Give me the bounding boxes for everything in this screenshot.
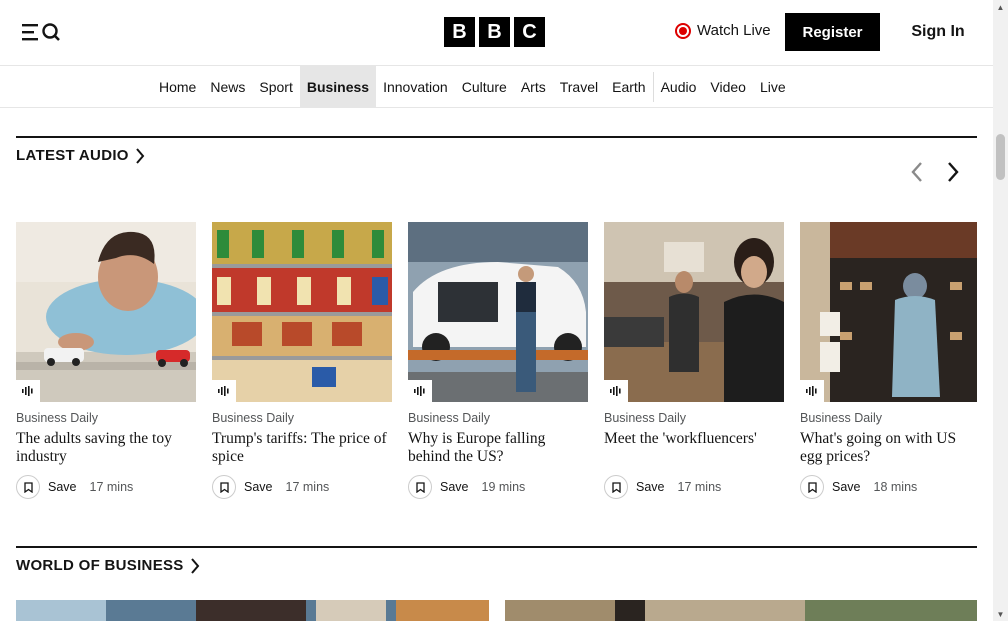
card-source: Business Daily <box>800 411 882 425</box>
audio-card[interactable]: Business Daily What's going on with US e… <box>800 222 980 499</box>
carousel-next-button[interactable] <box>940 159 966 185</box>
duration: 17 mins <box>285 480 330 494</box>
bookmark-icon <box>16 475 40 499</box>
nav-item-video[interactable]: Video <box>703 66 753 107</box>
scroll-down-arrow[interactable]: ▼ <box>993 607 1008 621</box>
world-of-business-heading[interactable]: WORLD OF BUSINESS <box>16 557 200 574</box>
save-label: Save <box>440 480 469 494</box>
logo-letter: C <box>514 17 545 47</box>
watch-live-link[interactable]: Watch Live <box>675 22 771 39</box>
nav-item-travel[interactable]: Travel <box>553 66 605 107</box>
logo-letter: B <box>444 17 475 47</box>
bookmark-icon <box>408 475 432 499</box>
nav-item-innovation[interactable]: Innovation <box>376 66 455 107</box>
audio-card[interactable]: Business Daily Trump's tariffs: The pric… <box>212 222 392 499</box>
audio-card[interactable]: Business Daily The adults saving the toy… <box>16 222 196 499</box>
nav-item-audio[interactable]: Audio <box>654 66 704 107</box>
audio-wave-icon <box>16 380 40 402</box>
carousel-prev-button[interactable] <box>904 159 930 185</box>
card-image[interactable] <box>212 222 392 402</box>
audio-wave-icon <box>212 380 236 402</box>
card-title[interactable]: Meet the 'workfluencers' <box>604 430 784 468</box>
save-label: Save <box>832 480 861 494</box>
nav-item-business[interactable]: Business <box>299 66 377 107</box>
card-actions: Save 19 mins <box>408 475 525 499</box>
bookmark-icon <box>212 475 236 499</box>
section-divider <box>16 136 977 138</box>
chevron-right-icon <box>948 162 959 182</box>
bbc-logo[interactable]: B B C <box>444 17 545 47</box>
nav-item-sport[interactable]: Sport <box>252 66 299 107</box>
card-actions: Save 17 mins <box>16 475 133 499</box>
audio-card[interactable]: Business Daily Why is Europe falling beh… <box>408 222 588 499</box>
section-title-text: LATEST AUDIO <box>16 147 129 164</box>
audio-wave-icon <box>408 380 432 402</box>
section-divider <box>16 546 977 548</box>
main-nav: Home News Sport Business Innovation Cult… <box>0 66 993 108</box>
section-title-text: WORLD OF BUSINESS <box>16 557 184 574</box>
card-image[interactable] <box>408 222 588 402</box>
save-button[interactable]: Save <box>800 475 861 499</box>
card-title[interactable]: What's going on with US egg prices? <box>800 430 980 468</box>
card-title[interactable]: The adults saving the toy industry <box>16 430 196 468</box>
save-label: Save <box>244 480 273 494</box>
latest-audio-heading[interactable]: LATEST AUDIO <box>16 147 145 164</box>
sign-in-button[interactable]: Sign In <box>896 13 980 51</box>
chevron-left-icon <box>911 162 922 182</box>
audio-wave-icon <box>604 380 628 402</box>
card-source: Business Daily <box>212 411 294 425</box>
duration: 19 mins <box>481 480 526 494</box>
card-image[interactable] <box>800 222 977 402</box>
live-dot-icon <box>675 22 691 39</box>
nav-item-live[interactable]: Live <box>753 66 793 107</box>
story-image[interactable] <box>505 600 977 621</box>
duration: 18 mins <box>873 480 918 494</box>
page-scrollbar[interactable]: ▲ ▼ <box>993 0 1008 621</box>
card-image[interactable] <box>16 222 196 402</box>
save-label: Save <box>636 480 665 494</box>
watch-live-label: Watch Live <box>697 22 771 39</box>
card-source: Business Daily <box>604 411 686 425</box>
save-button[interactable]: Save <box>212 475 273 499</box>
card-image[interactable] <box>604 222 784 402</box>
story-image[interactable] <box>16 600 489 621</box>
card-title[interactable]: Trump's tariffs: The price of spice <box>212 430 392 468</box>
bookmark-icon <box>604 475 628 499</box>
card-actions: Save 18 mins <box>800 475 917 499</box>
scroll-thumb[interactable] <box>996 134 1005 180</box>
card-source: Business Daily <box>16 411 98 425</box>
chevron-right-icon <box>190 557 199 574</box>
save-label: Save <box>48 480 77 494</box>
save-button[interactable]: Save <box>408 475 469 499</box>
menu-search-button[interactable] <box>20 20 62 44</box>
nav-list: Home News Sport Business Innovation Cult… <box>152 66 793 107</box>
chevron-right-icon <box>136 147 145 164</box>
save-button[interactable]: Save <box>16 475 77 499</box>
site-header: B B C Watch Live Register Sign In <box>0 0 993 66</box>
duration: 17 mins <box>89 480 134 494</box>
duration: 17 mins <box>677 480 722 494</box>
card-actions: Save 17 mins <box>604 475 721 499</box>
register-button[interactable]: Register <box>785 13 880 51</box>
menu-icon <box>22 23 60 41</box>
nav-item-news[interactable]: News <box>203 66 252 107</box>
nav-item-earth[interactable]: Earth <box>605 66 652 107</box>
nav-item-home[interactable]: Home <box>152 66 203 107</box>
card-source: Business Daily <box>408 411 490 425</box>
nav-item-arts[interactable]: Arts <box>514 66 553 107</box>
save-button[interactable]: Save <box>604 475 665 499</box>
bookmark-icon <box>800 475 824 499</box>
audio-wave-icon <box>800 380 824 402</box>
card-title[interactable]: Why is Europe falling behind the US? <box>408 430 588 468</box>
nav-item-culture[interactable]: Culture <box>455 66 514 107</box>
scroll-up-arrow[interactable]: ▲ <box>993 0 1008 14</box>
audio-card[interactable]: Business Daily Meet the 'workfluencers' … <box>604 222 784 499</box>
card-actions: Save 17 mins <box>212 475 329 499</box>
logo-letter: B <box>479 17 510 47</box>
